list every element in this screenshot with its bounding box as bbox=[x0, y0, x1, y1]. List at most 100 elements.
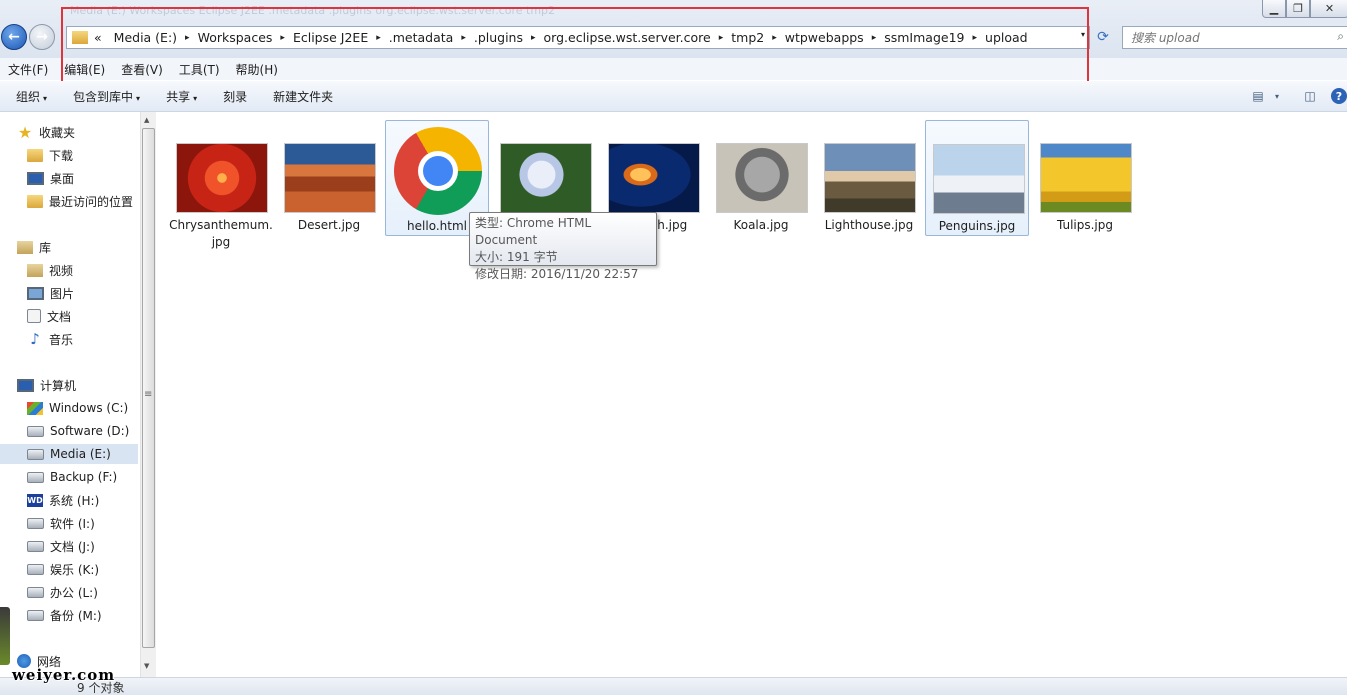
sidebar-item-label: 系统 (H:) bbox=[49, 493, 100, 508]
sidebar-item-downloads[interactable]: 下载 bbox=[27, 145, 73, 165]
sidebar-item-label: Windows (C:) bbox=[49, 401, 129, 415]
file-item[interactable]: Chrysanthemum.jpg bbox=[169, 120, 273, 249]
sidebar-item-computer[interactable]: 计算机 bbox=[17, 375, 76, 395]
organize-button[interactable]: 组织 ▾ bbox=[0, 88, 60, 105]
pictures-library-icon bbox=[27, 286, 44, 300]
sidebar-item-recent[interactable]: 最近访问的位置 bbox=[27, 191, 133, 211]
search-box[interactable]: ⌕ bbox=[1122, 26, 1347, 49]
share-button[interactable]: 共享 ▾ bbox=[153, 88, 210, 105]
sidebar-item-label: 桌面 bbox=[50, 171, 75, 186]
hard-drive-icon bbox=[27, 586, 44, 598]
sidebar-item-drive[interactable]: 办公 (L:) bbox=[0, 582, 98, 602]
help-icon[interactable]: ? bbox=[1331, 88, 1347, 104]
hard-drive-icon bbox=[27, 517, 44, 529]
sidebar-item-videos[interactable]: 视频 bbox=[27, 260, 73, 280]
chevron-down-icon: ▾ bbox=[193, 93, 198, 103]
forward-button[interactable]: → bbox=[29, 24, 55, 50]
sidebar-item-drive[interactable]: Software (D:) bbox=[0, 421, 129, 441]
file-item[interactable]: Lighthouse.jpg bbox=[817, 120, 921, 236]
sidebar-item-desktop[interactable]: 桌面 bbox=[27, 168, 74, 188]
sidebar-item-label: 收藏夹 bbox=[39, 125, 76, 140]
hard-drive-icon bbox=[27, 448, 44, 460]
sidebar-item-label: 音乐 bbox=[49, 332, 74, 347]
file-name: Lighthouse.jpg bbox=[824, 218, 914, 232]
file-name: Tulips.jpg bbox=[1056, 218, 1114, 232]
minimize-button[interactable]: ▁ bbox=[1262, 0, 1286, 18]
file-tooltip: 类型: Chrome HTML Document 大小: 191 字节 修改日期… bbox=[469, 212, 657, 281]
sidebar-item-label: 最近访问的位置 bbox=[49, 194, 134, 209]
refresh-button[interactable]: ⟳ bbox=[1093, 26, 1113, 47]
tooltip-type: 类型: Chrome HTML Document bbox=[475, 216, 592, 247]
video-library-icon bbox=[27, 263, 43, 277]
wd-drive-icon: WD bbox=[27, 493, 43, 507]
tooltip-modified: 修改日期: 2016/11/20 22:57 bbox=[475, 267, 639, 281]
chrysanthemum-thumbnail bbox=[177, 144, 267, 212]
sidebar-item-label: 视频 bbox=[49, 263, 74, 278]
hydrangeas-thumbnail bbox=[501, 144, 591, 212]
chevron-down-icon: ▾ bbox=[43, 93, 48, 103]
koala-thumbnail bbox=[717, 144, 807, 212]
highlight-annotation-box bbox=[61, 7, 1089, 86]
watermark: weiyer.com bbox=[12, 666, 116, 684]
sidebar-item-drive[interactable]: 娱乐 (K:) bbox=[0, 559, 99, 579]
sidebar-item-label: 娱乐 (K:) bbox=[50, 562, 100, 577]
command-toolbar: 组织 ▾ 包含到库中 ▾ 共享 ▾ 刻录 新建文件夹 ▤ ▾ ◫ ? bbox=[0, 81, 1347, 112]
forward-arrow-icon: → bbox=[36, 29, 48, 45]
sidebar-scrollbar[interactable]: ▲ ≡ ▼ bbox=[140, 112, 156, 677]
navigation-pane: ★ 收藏夹 下载 桌面 最近访问的位置 库 视频 图片 文档 ♪ 音乐 计算机 Wi… bbox=[0, 112, 140, 677]
file-item[interactable]: Koala.jpg bbox=[709, 120, 813, 236]
sidebar-item-label: 计算机 bbox=[40, 378, 77, 393]
windows-drive-icon bbox=[27, 401, 43, 415]
back-button[interactable]: ← bbox=[1, 24, 27, 50]
sidebar-item-libraries[interactable]: 库 bbox=[17, 237, 51, 257]
scroll-thumb[interactable]: ≡ bbox=[142, 128, 155, 648]
sidebar-item-drive[interactable]: Windows (C:) bbox=[0, 398, 128, 418]
maximize-button[interactable]: ❐ bbox=[1286, 0, 1310, 18]
tooltip-size: 大小: 191 字节 bbox=[475, 250, 558, 264]
sidebar-item-drive[interactable]: 备份 (M:) bbox=[0, 605, 102, 625]
menu-file[interactable]: 文件(F) bbox=[0, 61, 56, 78]
desktop-icon bbox=[27, 171, 44, 185]
sidebar-item-label: Software (D:) bbox=[50, 424, 130, 438]
star-icon: ★ bbox=[17, 122, 33, 142]
sidebar-item-label: 下载 bbox=[49, 148, 74, 163]
sidebar-item-documents[interactable]: 文档 bbox=[27, 306, 71, 326]
hard-drive-icon bbox=[27, 425, 44, 437]
computer-icon bbox=[17, 378, 34, 392]
sidebar-item-pictures[interactable]: 图片 bbox=[27, 283, 74, 303]
back-arrow-icon: ← bbox=[8, 29, 20, 45]
close-button[interactable]: ✕ bbox=[1310, 0, 1347, 18]
sidebar-item-drive[interactable]: Backup (F:) bbox=[0, 467, 117, 487]
include-library-button[interactable]: 包含到库中 ▾ bbox=[60, 88, 153, 105]
sidebar-item-label: 库 bbox=[39, 240, 52, 255]
scroll-down-icon[interactable]: ▼ bbox=[144, 662, 149, 670]
sidebar-item-label: 软件 (I:) bbox=[50, 516, 95, 531]
file-item[interactable]: Tulips.jpg bbox=[1033, 120, 1137, 236]
sidebar-item-drive[interactable]: Media (E:) bbox=[0, 444, 138, 464]
desktop-gadget-edge bbox=[0, 607, 10, 665]
file-name: Desert.jpg bbox=[297, 218, 361, 232]
sidebar-item-music[interactable]: ♪ 音乐 bbox=[27, 329, 73, 349]
burn-button[interactable]: 刻录 bbox=[210, 88, 260, 105]
sidebar-item-drive[interactable]: 文档 (J:) bbox=[0, 536, 95, 556]
jellyfish-thumbnail bbox=[609, 144, 699, 212]
file-item[interactable]: Desert.jpg bbox=[277, 120, 381, 236]
sidebar-item-favorites[interactable]: ★ 收藏夹 bbox=[17, 122, 75, 142]
include-library-label: 包含到库中 bbox=[73, 89, 134, 104]
sidebar-item-drive[interactable]: 软件 (I:) bbox=[0, 513, 95, 533]
file-name: Koala.jpg bbox=[733, 218, 789, 232]
library-icon bbox=[17, 240, 33, 254]
desert-thumbnail bbox=[285, 144, 375, 212]
file-item[interactable]: Penguins.jpg bbox=[925, 120, 1029, 236]
scroll-up-icon[interactable]: ▲ bbox=[144, 116, 149, 124]
sidebar-item-label: 图片 bbox=[50, 286, 75, 301]
sidebar-item-label: Media (E:) bbox=[50, 447, 111, 461]
new-folder-button[interactable]: 新建文件夹 bbox=[260, 88, 346, 105]
sidebar-item-label: 办公 (L:) bbox=[50, 585, 98, 600]
preview-pane-icon[interactable]: ◫ bbox=[1297, 87, 1323, 105]
search-input[interactable] bbox=[1129, 27, 1323, 48]
sidebar-item-label: 备份 (M:) bbox=[50, 608, 102, 623]
sidebar-item-drive[interactable]: WD 系统 (H:) bbox=[0, 490, 99, 510]
change-view-icon[interactable]: ▤ bbox=[1245, 87, 1271, 105]
view-dropdown-icon[interactable]: ▾ bbox=[1271, 87, 1283, 105]
